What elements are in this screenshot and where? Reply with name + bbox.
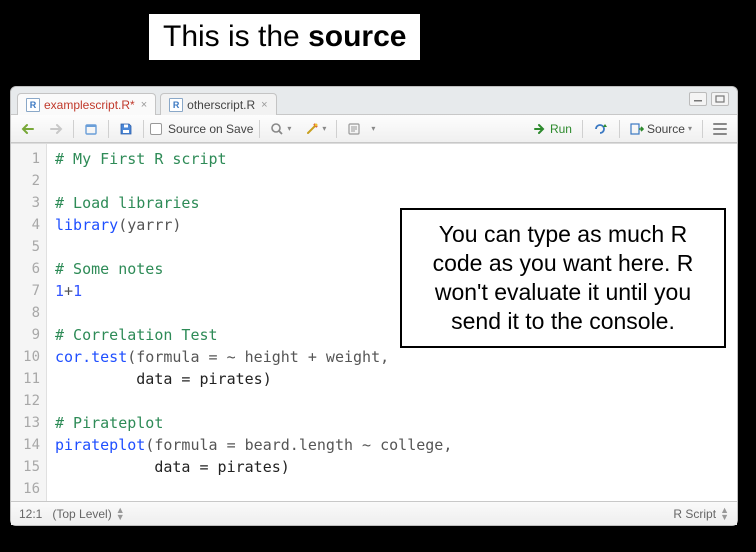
compile-report-button[interactable] [343,119,365,139]
run-label: Run [550,122,572,136]
language-label: R Script [673,507,716,521]
pane-window-controls [689,92,729,106]
close-icon[interactable]: × [141,99,147,111]
separator [73,120,74,138]
separator [259,120,260,138]
run-button[interactable]: Run [529,119,576,139]
separator [108,120,109,138]
annotation-text: You can type as much R code as you want … [433,221,694,334]
line-number-gutter: 12345678910111213141516 [11,144,47,501]
show-in-new-window-button[interactable] [80,119,102,139]
save-button[interactable] [115,119,137,139]
source-on-save-label: Source on Save [168,122,253,136]
annotation-callout: You can type as much R code as you want … [400,208,726,348]
forward-button[interactable] [45,119,67,139]
tab-otherscript[interactable]: R otherscript.R × [160,93,276,115]
tab-label: otherscript.R [187,98,255,112]
tab-bar: R examplescript.R* × R otherscript.R × [11,87,737,115]
close-icon[interactable]: × [261,99,267,111]
separator [582,120,583,138]
rerun-button[interactable] [589,119,613,139]
minimize-pane-button[interactable] [689,92,707,106]
dropdown-caret-icon: ▾ [322,124,326,133]
tab-label: examplescript.R* [44,98,135,112]
separator [702,120,703,138]
dropdown-caret-icon: ▾ [287,124,291,133]
dropdown-caret-icon[interactable]: ▾ [371,124,375,133]
cursor-position: 12:1 [19,507,42,521]
sort-arrows-icon: ▲▼ [116,507,125,521]
source-button[interactable]: Source ▾ [626,119,696,139]
source-on-save-checkbox[interactable] [150,123,162,135]
r-file-icon: R [26,98,40,112]
caption-prefix: This is the [163,20,308,53]
maximize-pane-button[interactable] [711,92,729,106]
dropdown-caret-icon: ▾ [688,124,692,133]
status-bar: 12:1 (Top Level) ▲▼ R Script ▲▼ [11,501,737,525]
back-button[interactable] [17,119,39,139]
code-tools-button[interactable]: ▾ [301,119,330,139]
outline-button[interactable] [709,119,731,139]
annotation-title: This is the source [149,14,420,60]
sort-arrows-icon: ▲▼ [720,507,729,521]
tab-examplescript[interactable]: R examplescript.R* × [17,93,156,115]
separator [619,120,620,138]
caption-emphasis: source [308,20,406,53]
separator [143,120,144,138]
source-label: Source [647,122,685,136]
outline-icon [713,123,727,135]
separator [336,120,337,138]
editor-toolbar: Source on Save ▾ ▾ ▾ Run Source ▾ [11,115,737,143]
find-button[interactable]: ▾ [266,119,295,139]
scope-label: (Top Level) [52,507,111,521]
scope-selector[interactable]: (Top Level) ▲▼ [52,507,124,521]
r-file-icon: R [169,98,183,112]
